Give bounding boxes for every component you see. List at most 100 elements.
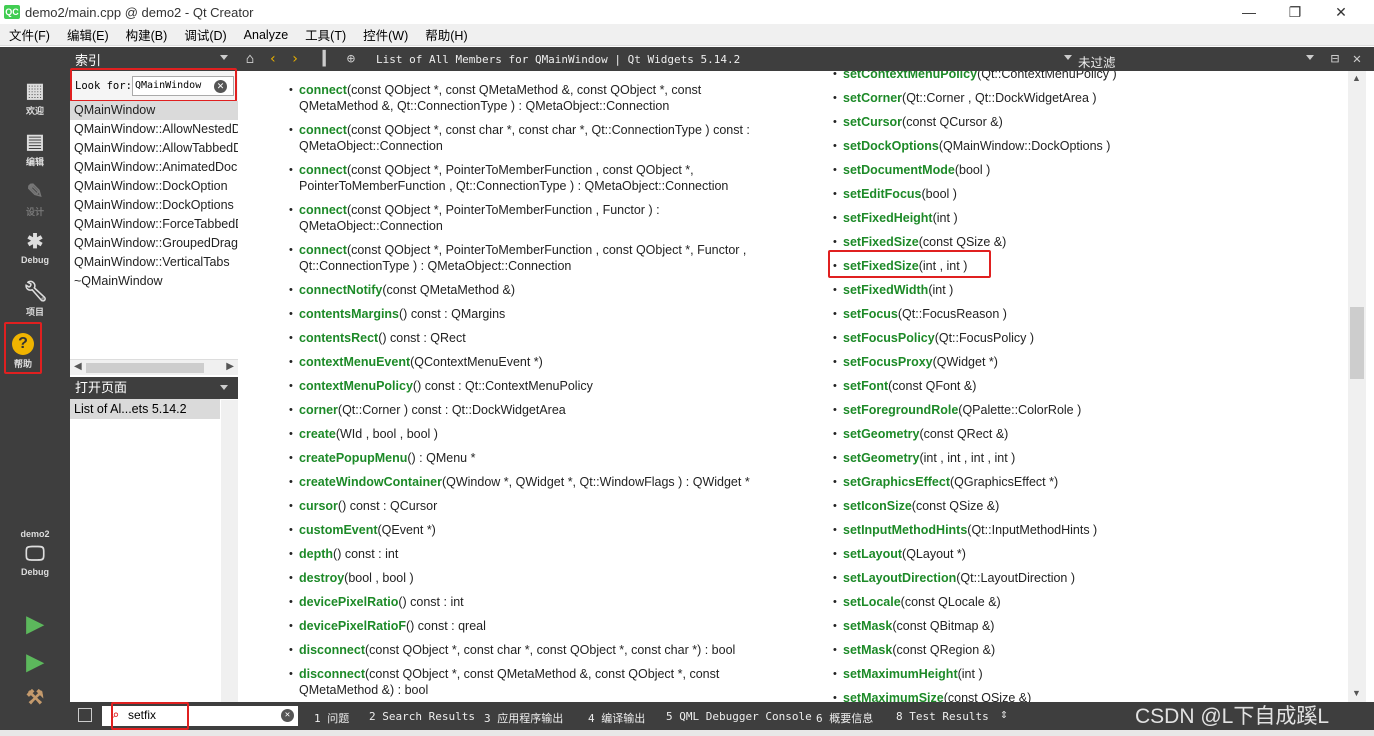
member-link[interactable]: setGeometry: [843, 427, 919, 441]
member-link[interactable]: contextMenuPolicy: [299, 379, 413, 393]
member-link[interactable]: setMaximumHeight: [843, 667, 958, 681]
scrollbar-thumb[interactable]: [86, 363, 204, 373]
menu-edit[interactable]: 编辑(E): [58, 25, 117, 44]
globe-icon[interactable]: ⊕: [342, 50, 360, 68]
maximize-button[interactable]: ❐: [1272, 0, 1318, 24]
scroll-up-icon[interactable]: ▲: [1352, 73, 1361, 83]
member-link[interactable]: connect: [299, 243, 347, 257]
menu-controls[interactable]: 控件(W): [354, 25, 416, 44]
member-link[interactable]: setMaximumSize: [843, 691, 944, 702]
index-item[interactable]: QMainWindow::GroupedDragging: [70, 234, 238, 253]
index-item[interactable]: QMainWindow::AllowTabbedDocks: [70, 139, 238, 158]
scroll-down-icon[interactable]: ▼: [1352, 688, 1361, 698]
tab-issues[interactable]: 1 问题: [314, 710, 349, 726]
tab-search-results[interactable]: 2 Search Results: [369, 710, 475, 723]
member-link[interactable]: setMask: [843, 619, 892, 633]
index-item[interactable]: QMainWindow::AnimatedDocks: [70, 158, 238, 177]
minimize-button[interactable]: —: [1226, 0, 1272, 24]
member-link[interactable]: setLayout: [843, 547, 902, 561]
index-item[interactable]: QMainWindow::ForceTabbedDocks: [70, 215, 238, 234]
member-link[interactable]: setCursor: [843, 115, 902, 129]
member-link[interactable]: corner: [299, 403, 338, 417]
menu-build[interactable]: 构建(B): [117, 25, 176, 44]
mode-projects[interactable]: 🔧︎ 项目: [0, 281, 70, 318]
clear-icon[interactable]: ✕: [281, 709, 294, 722]
member-link[interactable]: devicePixelRatio: [299, 595, 398, 609]
tab-test-results[interactable]: 8 Test Results: [896, 710, 989, 723]
menu-file[interactable]: 文件(F): [0, 25, 58, 44]
open-page-item[interactable]: List of Al...ets 5.14.2: [70, 399, 220, 419]
member-link[interactable]: devicePixelRatioF: [299, 619, 406, 633]
member-link[interactable]: setFocusProxy: [843, 355, 933, 369]
index-item[interactable]: QMainWindow::VerticalTabs: [70, 253, 238, 272]
member-link[interactable]: setIconSize: [843, 499, 912, 513]
menu-debug[interactable]: 调试(D): [175, 25, 234, 44]
member-link[interactable]: setDocumentMode: [843, 163, 955, 177]
member-link[interactable]: createPopupMenu: [299, 451, 407, 465]
index-item[interactable]: QMainWindow::DockOptions: [70, 196, 238, 215]
index-item[interactable]: QMainWindow: [70, 101, 238, 120]
tab-compile-output[interactable]: 4 编译输出: [588, 710, 645, 726]
index-item[interactable]: ~QMainWindow: [70, 272, 238, 291]
member-link[interactable]: disconnect: [299, 643, 365, 657]
member-link[interactable]: setEditFocus: [843, 187, 922, 201]
kit-selector[interactable]: demo2 🖵︎ Debug: [0, 529, 70, 577]
close-pane-icon[interactable]: ✕: [1348, 50, 1366, 68]
open-pages-scrollbar[interactable]: [221, 400, 238, 702]
forward-icon[interactable]: ›: [286, 50, 304, 68]
member-link[interactable]: contentsRect: [299, 331, 378, 345]
index-item[interactable]: QMainWindow::AllowNestedDocks: [70, 120, 238, 139]
mode-design[interactable]: ✎ 设计: [0, 181, 70, 218]
member-link[interactable]: setGraphicsEffect: [843, 475, 950, 489]
scroll-left-icon[interactable]: ◀: [74, 361, 82, 372]
chevron-down-icon[interactable]: [1064, 55, 1072, 60]
bookmark-icon[interactable]: ▍: [318, 50, 336, 68]
member-link[interactable]: connect: [299, 163, 347, 177]
tab-general-messages[interactable]: 6 概要信息: [816, 710, 873, 726]
member-link[interactable]: connect: [299, 203, 347, 217]
home-icon[interactable]: ⌂: [241, 50, 259, 68]
menu-help[interactable]: 帮助(H): [416, 25, 475, 44]
member-link[interactable]: depth: [299, 547, 333, 561]
member-link[interactable]: cursor: [299, 499, 338, 513]
mode-debug[interactable]: ✱ Debug: [0, 231, 70, 265]
member-link[interactable]: setContextMenuPolicy: [843, 71, 977, 81]
member-link[interactable]: destroy: [299, 571, 344, 585]
member-link[interactable]: setFixedWidth: [843, 283, 928, 297]
scroll-right-icon[interactable]: ▶: [226, 361, 234, 372]
member-link[interactable]: create: [299, 427, 336, 441]
toggle-sidebar-icon[interactable]: [78, 708, 92, 722]
member-link[interactable]: connect: [299, 123, 347, 137]
index-horizontal-scrollbar[interactable]: ◀ ▶: [70, 359, 238, 375]
filter-selector[interactable]: 未过滤: [1078, 52, 1116, 71]
build-button[interactable]: ⚒: [0, 687, 70, 711]
menu-tools[interactable]: 工具(T): [296, 25, 354, 44]
member-link[interactable]: setCorner: [843, 91, 902, 105]
run-button[interactable]: ▶: [0, 613, 70, 637]
member-link[interactable]: createWindowContainer: [299, 475, 442, 489]
member-link[interactable]: connect: [299, 83, 347, 97]
document-title-selector[interactable]: List of All Members for QMainWindow | Qt…: [376, 53, 740, 66]
chevron-down-icon[interactable]: [1306, 55, 1314, 60]
member-link[interactable]: setFocus: [843, 307, 898, 321]
document-scrollbar[interactable]: ▲ ▼: [1348, 71, 1366, 702]
member-link[interactable]: connectNotify: [299, 283, 382, 297]
tab-application-output[interactable]: 3 应用程序输出: [484, 710, 563, 726]
mode-edit[interactable]: ▤ 编辑: [0, 131, 70, 168]
open-pages-header[interactable]: 打开页面: [70, 377, 238, 399]
member-link[interactable]: setFont: [843, 379, 888, 393]
mode-welcome[interactable]: ▦ 欢迎: [0, 80, 70, 117]
tab-qml-debugger-console[interactable]: 5 QML Debugger Console: [666, 710, 812, 723]
split-icon[interactable]: ⊟: [1326, 50, 1344, 68]
member-link[interactable]: setDockOptions: [843, 139, 939, 153]
member-link[interactable]: setGeometry: [843, 451, 919, 465]
member-link[interactable]: contextMenuEvent: [299, 355, 410, 369]
index-item[interactable]: QMainWindow::DockOption: [70, 177, 238, 196]
member-link[interactable]: customEvent: [299, 523, 378, 537]
close-button[interactable]: ✕: [1318, 0, 1364, 24]
back-icon[interactable]: ‹: [264, 50, 282, 68]
member-link[interactable]: disconnect: [299, 667, 365, 681]
scrollbar-thumb[interactable]: [1350, 307, 1364, 379]
menu-analyze[interactable]: Analyze: [235, 28, 296, 42]
member-link[interactable]: setFocusPolicy: [843, 331, 935, 345]
